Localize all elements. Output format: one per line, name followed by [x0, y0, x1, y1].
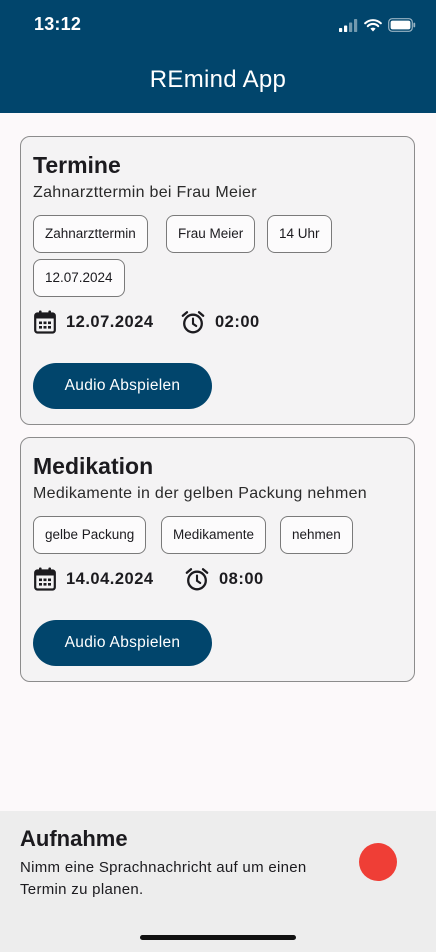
time-text: 02:00: [215, 312, 260, 331]
keyword-chip[interactable]: 14 Uhr: [267, 215, 332, 253]
appointment-card: Termine Zahnarzttermin bei Frau Meier Za…: [20, 136, 415, 425]
home-indicator[interactable]: [140, 935, 296, 940]
medication-card: Medikation Medikamente in der gelben Pac…: [20, 437, 415, 682]
keyword-chip[interactable]: nehmen: [280, 516, 353, 554]
card-description: Zahnarzttermin bei Frau Meier: [33, 184, 257, 201]
keyword-chip[interactable]: Frau Meier: [166, 215, 256, 253]
time-display: 02:00: [181, 310, 260, 334]
date-text: 14.04.2024: [66, 569, 154, 588]
app-bar: 13:12 REmind App: [0, 0, 436, 113]
status-icons: [339, 16, 416, 34]
card-title: Termine: [33, 152, 121, 178]
calendar-icon: [34, 567, 56, 591]
record-button[interactable]: [359, 843, 397, 881]
time-text: 08:00: [219, 569, 264, 588]
recording-description: Nimm eine Sprachnachricht auf um einen T…: [20, 859, 307, 898]
card-description: Medikamente in der gelben Packung nehmen: [33, 485, 367, 502]
alarm-clock-icon: [185, 568, 209, 591]
play-audio-button[interactable]: Audio Abspielen: [33, 363, 212, 409]
calendar-icon: [34, 310, 56, 334]
battery-icon: [388, 18, 416, 32]
cellular-signal-icon: [339, 18, 358, 32]
time-display: 08:00: [185, 567, 264, 591]
app-title: REmind App: [149, 66, 287, 93]
play-audio-button[interactable]: Audio Abspielen: [33, 620, 212, 666]
recording-panel: Aufnahme Nimm eine Sprachnachricht auf u…: [0, 811, 436, 952]
alarm-clock-icon: [181, 311, 205, 334]
keyword-chip[interactable]: 12.07.2024: [33, 259, 125, 297]
status-time: 13:12: [34, 14, 82, 34]
status-bar: 13:12: [0, 0, 436, 50]
date-text: 12.07.2024: [66, 312, 154, 331]
recording-title: Aufnahme: [20, 826, 128, 851]
keyword-chip[interactable]: Medikamente: [161, 516, 267, 554]
date-display: 12.07.2024: [34, 310, 154, 334]
date-display: 14.04.2024: [34, 567, 154, 591]
keyword-chip[interactable]: gelbe Packung: [33, 516, 147, 554]
wifi-icon: [364, 18, 382, 31]
card-title: Medikation: [33, 453, 154, 479]
keyword-chip[interactable]: Zahnarzttermin: [33, 215, 148, 253]
